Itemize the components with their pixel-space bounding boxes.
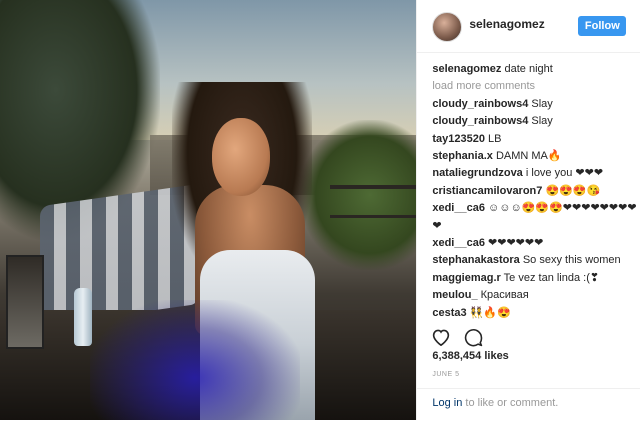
heart-icon: [433, 329, 450, 346]
photo-person-face: [212, 118, 270, 196]
post-sidebar: selenagomez Follow selenagomez date nigh…: [416, 0, 640, 420]
login-footer: Log in to like or comment.: [417, 388, 640, 421]
like-count: 6,388,454 likes: [432, 350, 509, 362]
comment-row: nataliegrundzova i love you ❤❤❤: [432, 165, 638, 182]
comment-row: maggiemag.r Te vez tan linda :(❣: [432, 270, 638, 287]
comment-text: ❤❤❤❤❤❤: [488, 237, 544, 250]
photo-lantern: [6, 255, 44, 349]
comment-username[interactable]: cristiancamilovaron7: [432, 185, 542, 197]
photo-railing: [330, 215, 417, 218]
instagram-post: selenagomez Follow selenagomez date nigh…: [0, 0, 640, 420]
post-actions: [430, 326, 484, 350]
caption: selenagomez date night: [432, 61, 638, 78]
comment-button[interactable]: [462, 326, 484, 348]
comment-username[interactable]: xedi__ca6: [432, 202, 485, 214]
comment-text: 👯🔥😍: [469, 306, 511, 319]
comment-row: cesta3 👯🔥😍: [432, 305, 638, 319]
comment-username[interactable]: maggiemag.r: [432, 272, 500, 284]
comment-text: Slay: [531, 97, 553, 110]
comment-username[interactable]: stephanakastora: [432, 254, 519, 266]
comment-text: Slay: [531, 115, 553, 128]
comment-text: LB: [488, 132, 502, 145]
comment-username[interactable]: nataliegrundzova: [432, 167, 522, 179]
comment-text: ☺☺☺😍😍😍❤❤❤❤❤❤❤❤: [488, 202, 637, 215]
follow-button[interactable]: Follow: [578, 16, 627, 36]
comment-row: xedi__ca6 ❤❤❤❤❤❤: [432, 235, 638, 252]
avatar[interactable]: [432, 12, 463, 42]
comment-row: stephanakastora So sexy this women: [432, 252, 638, 269]
comment-username[interactable]: meulou_: [432, 289, 477, 301]
comment-text: 😍😍😍😘: [545, 184, 601, 197]
photo-blue-blur: [90, 300, 300, 420]
like-button[interactable]: [430, 326, 452, 348]
post-photo[interactable]: [0, 0, 417, 420]
caption-username[interactable]: selenagomez: [432, 63, 501, 75]
login-prompt: Log in to like or comment.: [432, 397, 558, 409]
comment-username[interactable]: cloudy_rainbows4: [432, 115, 528, 127]
comment-username[interactable]: stephania.x: [432, 150, 493, 162]
comment-row: cristiancamilovaron7 😍😍😍😘: [432, 183, 638, 200]
comment-bubble-icon: [464, 328, 483, 346]
comment-text: DAMN MA🔥: [495, 150, 562, 163]
post-date: JUNE 5: [432, 371, 460, 378]
comments-list: selenagomez date night load more comment…: [432, 61, 638, 319]
comment-username[interactable]: tay123520: [432, 133, 485, 145]
comment-row: tay123520 LB: [432, 131, 638, 148]
comment-username[interactable]: cesta3: [432, 307, 466, 319]
caption-text: date night: [504, 63, 553, 75]
comment-row: stephania.x DAMN MA🔥: [432, 148, 638, 165]
comment-text: Красивая: [480, 289, 529, 302]
load-more-comments[interactable]: load more comments: [432, 78, 638, 95]
comment-text: So sexy this women: [522, 254, 621, 267]
comment-row: cloudy_rainbows4 Slay: [432, 96, 638, 113]
login-link[interactable]: Log in: [432, 397, 462, 409]
comment-text: Te vez tan linda :(❣: [503, 271, 600, 284]
header-username[interactable]: selenagomez: [469, 17, 544, 31]
photo-tree: [300, 120, 417, 270]
comment-row: meulou_ Красивая: [432, 287, 638, 304]
photo-railing: [330, 185, 417, 189]
post-header: selenagomez Follow: [417, 0, 640, 53]
comment-row: ❤: [432, 218, 638, 235]
comment-row: cloudy_rainbows4 Slay: [432, 113, 638, 130]
comment-text: ❤: [432, 219, 442, 232]
comment-username[interactable]: xedi__ca6: [432, 237, 485, 249]
login-prompt-text: to like or comment.: [465, 397, 559, 409]
comment-username[interactable]: cloudy_rainbows4: [432, 98, 528, 110]
comment-row: xedi__ca6 ☺☺☺😍😍😍❤❤❤❤❤❤❤❤: [432, 200, 638, 217]
comment-text: i love you ❤❤❤: [525, 167, 604, 180]
